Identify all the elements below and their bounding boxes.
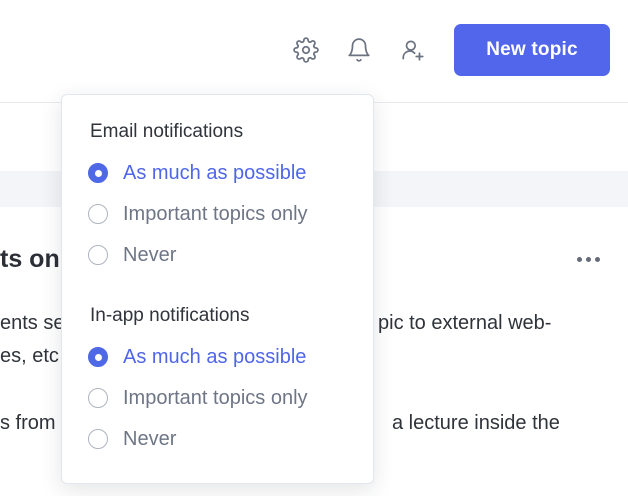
radio-unchecked-icon[interactable] <box>88 429 108 449</box>
option-label: As much as possible <box>123 161 307 184</box>
radio-unchecked-icon[interactable] <box>88 388 108 408</box>
option-label: Important topics only <box>123 386 308 409</box>
more-dots-icon <box>576 256 582 262</box>
notification-settings-popover: Email notifications As much as possible … <box>61 94 374 484</box>
option-label: Important topics only <box>123 202 308 225</box>
page: New topic ts on ents se pic to external … <box>0 0 628 496</box>
more-options-button[interactable] <box>571 248 605 270</box>
in-app-option-important-topics-only[interactable]: Important topics only <box>88 384 308 412</box>
email-notifications-heading: Email notifications <box>90 121 244 142</box>
option-label: As much as possible <box>123 345 307 368</box>
option-label: Never <box>123 243 177 266</box>
topic-text-line: es, etc <box>0 345 59 367</box>
gear-icon <box>293 37 319 63</box>
settings-button[interactable] <box>289 33 323 67</box>
topic-title: ts on <box>0 245 60 273</box>
radio-unchecked-icon[interactable] <box>88 204 108 224</box>
option-label: Never <box>123 427 177 450</box>
topic-text-line: s from <box>0 412 56 434</box>
topic-text-line: ents se <box>0 312 65 334</box>
top-bar: New topic <box>0 0 628 103</box>
email-option-never[interactable]: Never <box>88 241 176 269</box>
topic-text-line: pic to external web- <box>378 312 552 334</box>
radio-checked-icon[interactable] <box>88 163 108 183</box>
in-app-notifications-heading: In-app notifications <box>90 305 250 326</box>
topic-text-line: a lecture inside the <box>392 412 560 434</box>
radio-unchecked-icon[interactable] <box>88 245 108 265</box>
invite-user-button[interactable] <box>396 33 430 67</box>
in-app-option-as-much-as-possible[interactable]: As much as possible <box>88 343 306 371</box>
email-option-important-topics-only[interactable]: Important topics only <box>88 200 308 228</box>
notifications-button[interactable] <box>342 33 376 67</box>
in-app-option-never[interactable]: Never <box>88 425 176 453</box>
email-option-as-much-as-possible[interactable]: As much as possible <box>88 159 306 187</box>
radio-checked-icon[interactable] <box>88 347 108 367</box>
add-user-icon <box>402 40 424 61</box>
bell-icon <box>348 38 370 62</box>
new-topic-button[interactable]: New topic <box>454 24 610 76</box>
